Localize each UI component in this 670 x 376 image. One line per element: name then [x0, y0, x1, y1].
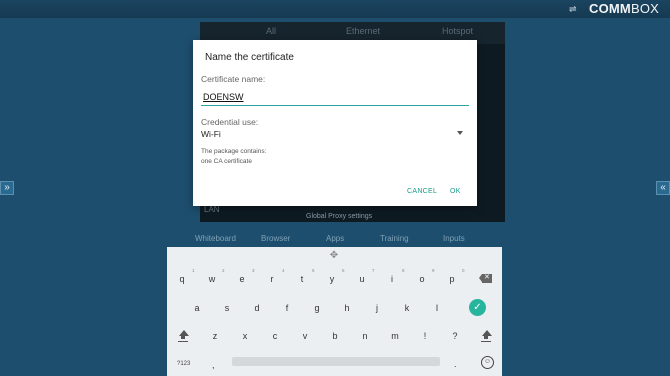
key-exclaim[interactable]: ! [418, 331, 432, 341]
key-l[interactable]: l [430, 303, 444, 313]
tab-ethernet: Ethernet [346, 26, 381, 36]
key-y[interactable]: y [325, 274, 339, 284]
key-e[interactable]: e [235, 274, 249, 284]
key-z[interactable]: z [208, 331, 222, 341]
shift-stem [484, 336, 488, 339]
dock-training[interactable]: Training [380, 234, 409, 243]
shift-line [481, 341, 491, 342]
key-a[interactable]: a [190, 303, 204, 313]
key-question[interactable]: ? [448, 331, 462, 341]
key-f[interactable]: f [280, 303, 294, 313]
name-certificate-dialog: Name the certificate Certificate name: C… [193, 40, 477, 206]
key-x[interactable]: x [238, 331, 252, 341]
key-h[interactable]: h [340, 303, 354, 313]
credential-use-value: Wi-Fi [201, 129, 221, 139]
brand-light: BOX [630, 1, 660, 16]
emoji-icon[interactable]: ☺ [481, 356, 494, 369]
brand-logo: COMMBOX [589, 2, 659, 16]
shift-left-icon[interactable] [178, 330, 190, 342]
left-expand-icon[interactable]: » [0, 181, 14, 195]
cancel-button[interactable]: CANCEL [407, 188, 437, 195]
lan-label: LAN [204, 205, 220, 214]
brand-bold: COMM [589, 1, 631, 16]
numbers-key[interactable]: ?123 [177, 361, 190, 367]
credential-use-select[interactable]: Wi-Fi [201, 129, 465, 141]
key-t[interactable]: t [295, 274, 309, 284]
key-g[interactable]: g [310, 303, 324, 313]
shift-line [178, 341, 188, 342]
key-u[interactable]: u [355, 274, 369, 284]
key-hint: 0 [462, 268, 465, 273]
shift-right-icon[interactable] [481, 330, 493, 342]
key-hint: 2 [222, 268, 225, 273]
key-k[interactable]: k [400, 303, 414, 313]
key-j[interactable]: j [370, 303, 384, 313]
key-i[interactable]: i [385, 274, 399, 284]
key-v[interactable]: v [298, 331, 312, 341]
dropdown-caret-icon [457, 131, 463, 135]
key-hint: 5 [312, 268, 315, 273]
shift-stem [181, 336, 185, 339]
key-s[interactable]: s [220, 303, 234, 313]
certificate-name-label: Certificate name: [201, 74, 266, 84]
key-w[interactable]: w [205, 274, 219, 284]
key-m[interactable]: m [388, 331, 402, 341]
key-hint: 9 [432, 268, 435, 273]
enter-check-icon[interactable]: ✓ [469, 299, 486, 316]
key-hint: 4 [282, 268, 285, 273]
onscreen-keyboard: ✥ 1 2 3 4 5 6 7 8 9 0 q w e r t y u i o … [167, 247, 502, 376]
dock-inputs[interactable]: Inputs [443, 234, 465, 243]
key-o[interactable]: o [415, 274, 429, 284]
key-hint: 1 [192, 268, 195, 273]
key-n[interactable]: n [358, 331, 372, 341]
key-r[interactable]: r [265, 274, 279, 284]
certificate-name-input[interactable] [201, 90, 469, 106]
space-bar[interactable] [232, 357, 440, 366]
key-hint: 3 [252, 268, 255, 273]
dock-browser[interactable]: Browser [261, 234, 290, 243]
global-proxy-label: Global Proxy settings [306, 213, 373, 220]
key-d[interactable]: d [250, 303, 264, 313]
dock-whiteboard[interactable]: Whiteboard [195, 234, 236, 243]
package-info-line1: The package contains: [201, 148, 267, 155]
top-bar: ⇌ COMMBOX [0, 0, 670, 18]
key-hint: 8 [402, 268, 405, 273]
key-comma[interactable]: , [212, 360, 215, 370]
key-q[interactable]: q [175, 274, 189, 284]
key-hint: 6 [342, 268, 345, 273]
right-expand-icon[interactable]: « [656, 181, 670, 195]
keyboard-drag-handle-icon[interactable]: ✥ [328, 250, 340, 262]
ok-button[interactable]: OK [450, 188, 461, 195]
tab-all: All [266, 26, 277, 36]
key-c[interactable]: c [268, 331, 282, 341]
credential-use-label: Credential use: [201, 117, 259, 127]
key-b[interactable]: b [328, 331, 342, 341]
key-period[interactable]: . [454, 359, 457, 369]
backspace-x: ✕ [484, 274, 490, 281]
tab-hotspot: Hotspot [442, 26, 474, 36]
key-hint: 7 [372, 268, 375, 273]
usb-icon: ⇌ [569, 4, 577, 14]
dock-apps[interactable]: Apps [326, 234, 344, 243]
backspace-icon[interactable]: ✕ [479, 274, 492, 283]
key-p[interactable]: p [445, 274, 459, 284]
package-info-line2: one CA certificate [201, 158, 252, 165]
dialog-title: Name the certificate [205, 52, 294, 63]
